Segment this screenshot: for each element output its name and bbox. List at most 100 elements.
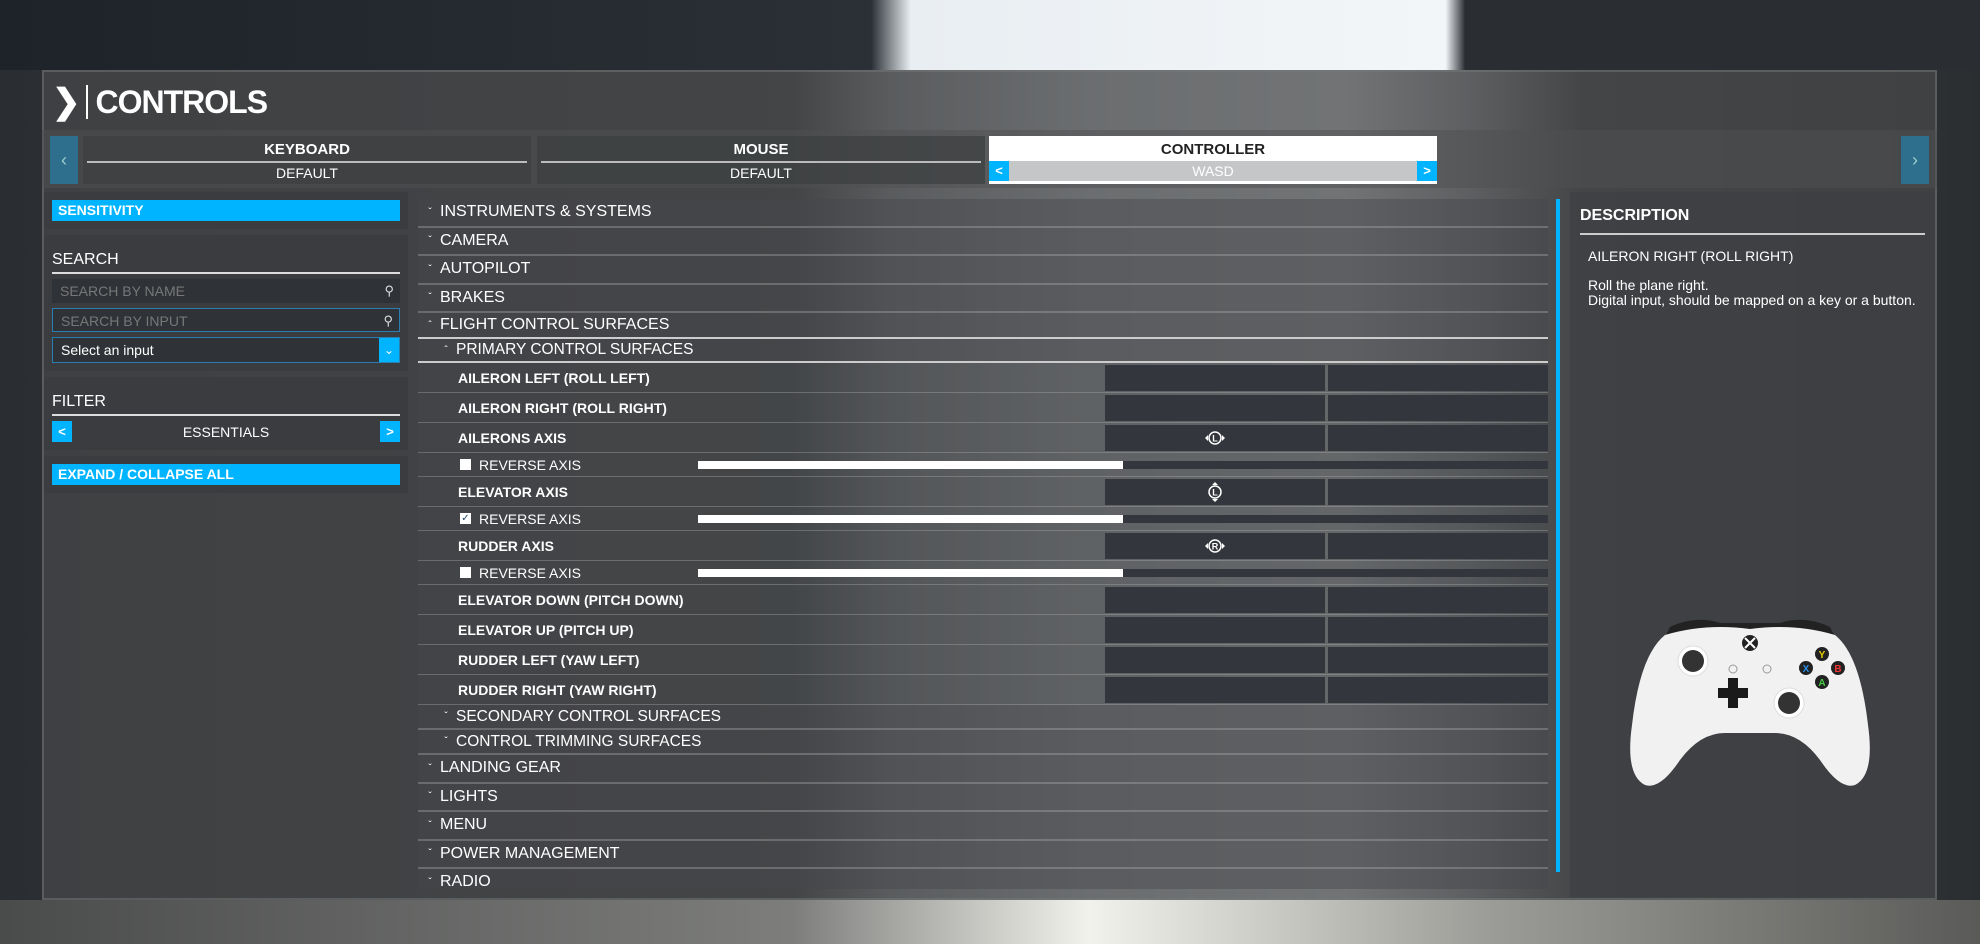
reverse-axis-checkbox[interactable] [460,459,471,470]
chevron-down-icon: ˇ [428,292,432,304]
binding-row[interactable]: RUDDER AXIS R [418,531,1548,561]
reverse-axis-checkbox[interactable]: ✓ [460,513,471,524]
binding-slot-1[interactable] [1105,587,1325,613]
left-stick-vertical-icon: L [1203,482,1227,502]
binding-slot-1[interactable]: R [1105,533,1325,559]
profile-selector: < WASD > [989,161,1437,181]
axis-level-fill [698,569,1123,577]
binding-slot-2[interactable] [1328,395,1548,421]
binding-row[interactable]: ELEVATOR UP (PITCH UP) [418,615,1548,645]
placeholder: SEARCH BY INPUT [61,313,188,329]
subcategory-label: PRIMARY CONTROL SURFACES [456,341,694,358]
binding-slot-2[interactable] [1328,479,1548,505]
binding-slot-1[interactable] [1105,677,1325,703]
svg-text:L: L [1212,488,1218,498]
tab-keyboard[interactable]: KEYBOARD DEFAULT [83,136,531,184]
binding-slot-1[interactable] [1105,365,1325,391]
tab-label: MOUSE [733,141,789,158]
svg-text:A: A [1818,678,1825,689]
category-row-open[interactable]: ˆ FLIGHT CONTROL SURFACES [418,313,1548,339]
search-heading: SEARCH [52,243,400,274]
tab-label: KEYBOARD [264,141,350,158]
binding-slot-2[interactable] [1328,533,1548,559]
category-row[interactable]: ˇ POWER MANAGEMENT [418,840,1548,869]
binding-label: ELEVATOR AXIS [458,483,568,500]
binding-row[interactable]: RUDDER RIGHT (YAW RIGHT) [418,675,1548,705]
binding-row[interactable]: ELEVATOR AXIS L [418,477,1548,507]
profile-prev-button[interactable]: < [989,161,1009,181]
binding-slot-2[interactable] [1328,677,1548,703]
binding-row[interactable]: RUDDER LEFT (YAW LEFT) [418,645,1548,675]
search-by-name-input[interactable]: SEARCH BY NAME ⚲ [52,279,400,303]
page-title: ❯ CONTROLS [52,82,268,122]
category-label: LIGHTS [440,787,498,805]
binding-slot-2[interactable] [1328,647,1548,673]
subcategory-label: SECONDARY CONTROL SURFACES [456,707,721,725]
category-label: POWER MANAGEMENT [440,844,620,862]
filter-value: ESSENTIALS [182,423,270,440]
binding-slot-2[interactable] [1328,587,1548,613]
reverse-axis-checkbox[interactable] [460,567,471,578]
chevron-down-icon: ˇ [428,791,432,803]
svg-text:L: L [1212,434,1218,444]
binding-label: ELEVATOR DOWN (PITCH DOWN) [458,591,684,608]
tab-mouse[interactable]: MOUSE DEFAULT [537,136,985,184]
svg-text:R: R [1212,542,1219,552]
binding-row[interactable]: AILERON LEFT (ROLL LEFT) [418,363,1548,393]
description-text: Roll the plane right. Digital input, sho… [1588,278,1918,308]
category-row[interactable]: ˇ INSTRUMENTS & SYSTEMS [418,199,1548,228]
filter-prev-button[interactable]: < [52,421,72,442]
reverse-axis-label: REVERSE AXIS [479,510,581,527]
reverse-axis-label: REVERSE AXIS [479,564,581,581]
category-row[interactable]: ˇ BRAKES [418,284,1548,313]
category-row[interactable]: ˇ CAMERA [418,227,1548,256]
tabs-next-button[interactable]: › [1901,136,1929,184]
subcategory-row-open[interactable]: ˆ PRIMARY CONTROL SURFACES [418,339,1548,363]
sensitivity-button[interactable]: SENSITIVITY [52,200,400,221]
binding-row[interactable]: AILERONS AXIS L [418,423,1548,453]
background-floor [0,900,1980,944]
tab-controller[interactable]: CONTROLLER < WASD > [989,136,1437,184]
category-label: AUTOPILOT [440,260,531,278]
category-row[interactable]: ˇ MENU [418,812,1548,841]
binding-slot-1[interactable]: L [1105,479,1325,505]
category-row[interactable]: ˇ LANDING GEAR [418,755,1548,784]
axis-level-bar [698,569,1548,577]
binding-row-selected[interactable]: AILERON RIGHT (ROLL RIGHT) [418,393,1548,423]
background [0,0,1980,70]
binding-slot-1[interactable] [1105,395,1325,421]
binding-label: RUDDER RIGHT (YAW RIGHT) [458,681,657,698]
tab-profile: DEFAULT [730,165,792,181]
category-row[interactable]: ˇ LIGHTS [418,783,1548,812]
binding-slot-1[interactable] [1105,647,1325,673]
filter-selector: < ESSENTIALS > [52,421,400,442]
binding-slot-2[interactable] [1328,365,1548,391]
sidebar: SENSITIVITY SEARCH SEARCH BY NAME ⚲ SEARC… [44,192,408,499]
xbox-controller-image: Y X B A [1625,615,1875,800]
select-value: Select an input [61,342,154,358]
category-row[interactable]: ˇ AUTOPILOT [418,256,1548,285]
filter-next-button[interactable]: > [380,421,400,442]
binding-slot-2[interactable] [1328,617,1548,643]
binding-row[interactable]: ELEVATOR DOWN (PITCH DOWN) [418,585,1548,615]
subcategory-row[interactable]: ˇ CONTROL TRIMMING SURFACES [418,730,1548,755]
input-select[interactable]: Select an input ⌄ [52,337,400,363]
profile-next-button[interactable]: > [1416,161,1437,181]
binding-label: RUDDER LEFT (YAW LEFT) [458,651,640,668]
chevron-down-icon[interactable]: ⌄ [379,338,399,362]
binding-slot-1[interactable]: L [1105,425,1325,451]
chevron-down-icon: ˇ [428,819,432,831]
list-scrollbar[interactable] [1556,199,1560,872]
chevron-down-icon: ˇ [428,235,432,247]
binding-slot-1[interactable] [1105,617,1325,643]
description-line: Digital input, should be mapped on a key… [1588,292,1916,308]
binding-slot-2[interactable] [1328,425,1548,451]
category-label: MENU [440,816,488,834]
category-row[interactable]: ˇ RADIO [418,869,1548,889]
subcategory-row[interactable]: ˇ SECONDARY CONTROL SURFACES [418,705,1548,730]
search-by-input-input[interactable]: SEARCH BY INPUT ⚲ [52,308,400,332]
reverse-axis-row: REVERSE AXIS [418,561,1548,585]
tabs-prev-button[interactable]: ‹ [50,136,78,184]
subcategory-label: CONTROL TRIMMING SURFACES [456,732,702,750]
expand-collapse-all-button[interactable]: EXPAND / COLLAPSE ALL [52,464,400,485]
